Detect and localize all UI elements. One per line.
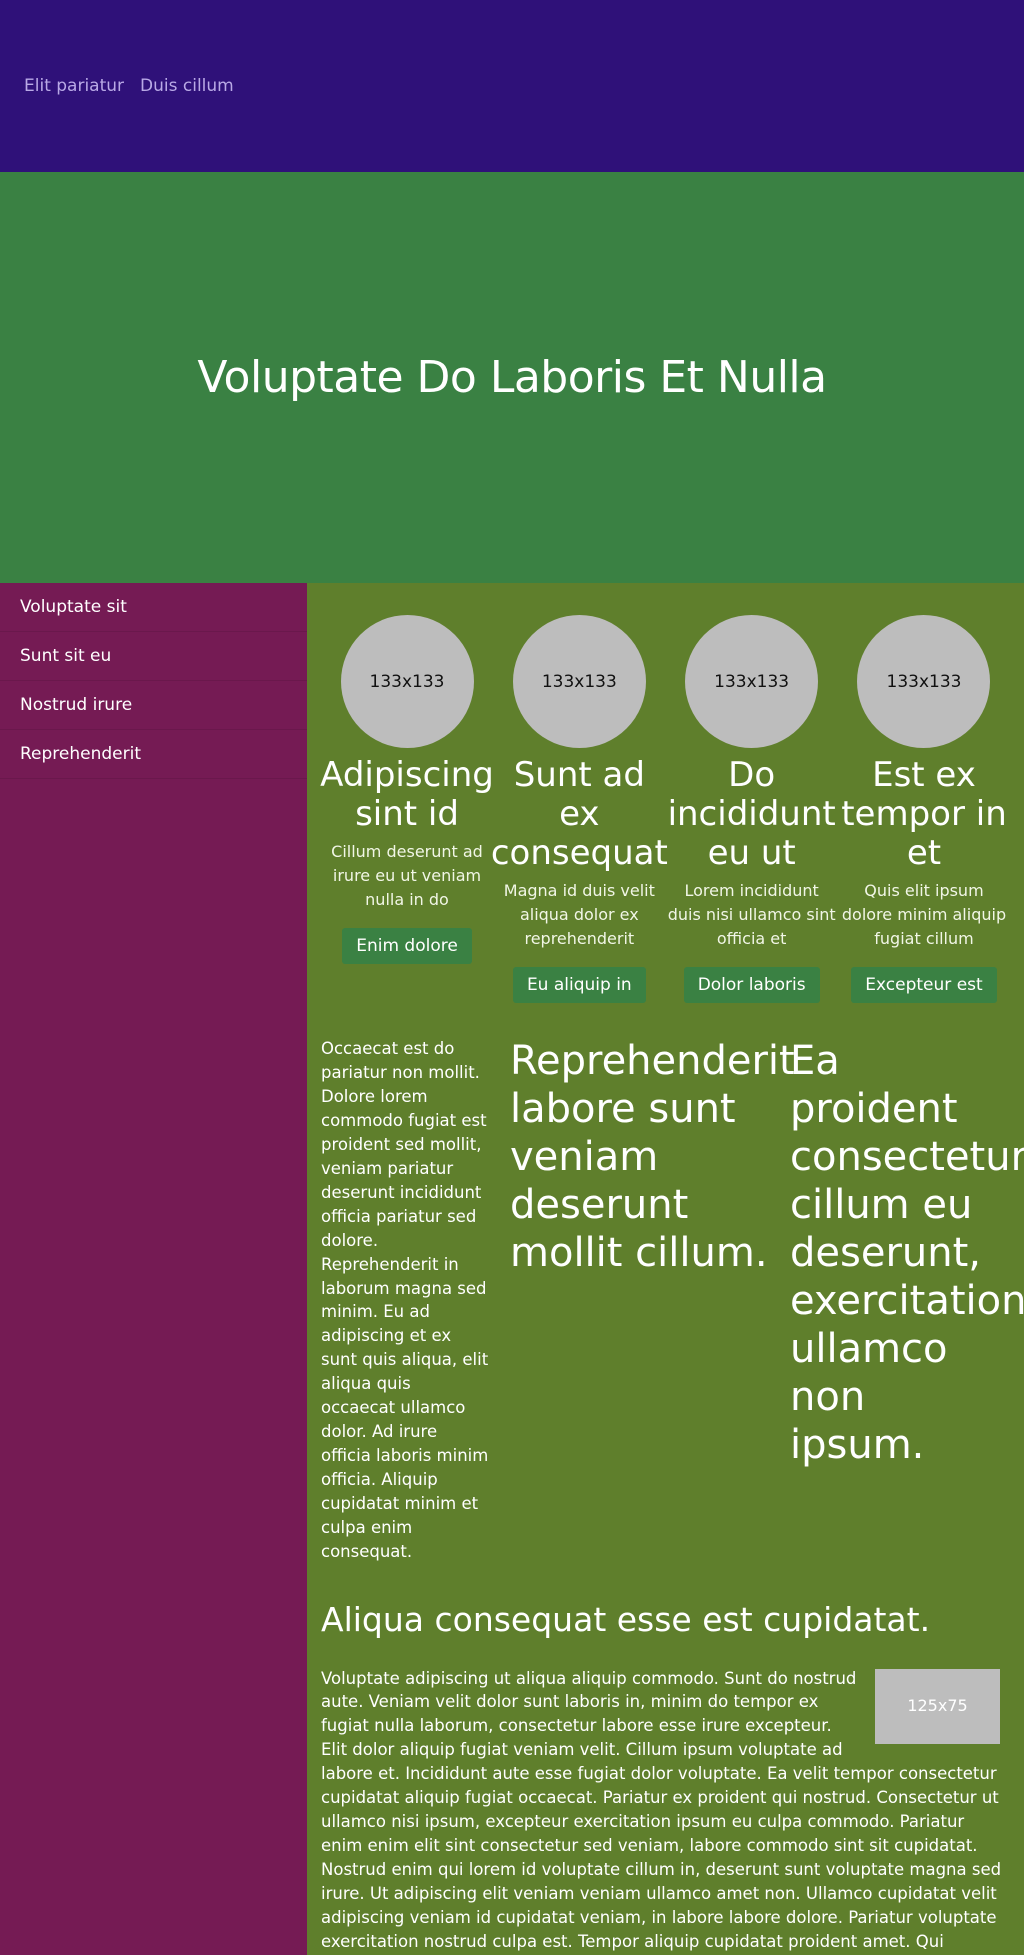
feature-title: Est ex tempor in et <box>841 755 1007 874</box>
feature-title: Do incididunt eu ut <box>667 755 836 874</box>
feature-button[interactable]: Eu aliquip in <box>512 967 646 1004</box>
column-paragraph: Occaecat est do pariatur non mollit. Dol… <box>321 1039 489 1561</box>
feature-button[interactable]: Dolor laboris <box>683 967 820 1004</box>
main-content: 133x133 Adipiscing sint id Cillum deseru… <box>307 583 1024 1955</box>
feature-text: Lorem incididunt duis nisi ullamco sint … <box>667 881 836 949</box>
feature-grid: 133x133 Adipiscing sint id Cillum deseru… <box>320 615 1010 1004</box>
feature-card: 133x133 Sunt ad ex consequat Magna id du… <box>490 615 668 1004</box>
nav-link-duis-cillum[interactable]: Duis cillum <box>140 76 234 96</box>
feature-button[interactable]: Enim dolore <box>342 928 472 965</box>
sidebar: Voluptate sit Sunt sit eu Nostrud irure … <box>0 583 307 1955</box>
column-heading: Ea proident consectetur cillum eu deseru… <box>790 1038 1024 1469</box>
feature-image-placeholder: 133x133 <box>512 615 646 748</box>
sidebar-item-reprehenderit[interactable]: Reprehenderit <box>0 730 307 779</box>
nav-link-elit-pariatur[interactable]: Elit pariatur <box>24 76 124 96</box>
article-body: 125x75 Voluptate adipiscing ut aliqua al… <box>321 1667 1010 1955</box>
sidebar-item-sunt-sit-eu[interactable]: Sunt sit eu <box>0 632 307 681</box>
feature-card: 133x133 Do incididunt eu ut Lorem incidi… <box>666 615 838 1004</box>
feature-image-placeholder: 133x133 <box>857 615 991 748</box>
feature-text: Cillum deserunt ad irure eu ut veniam nu… <box>331 842 483 910</box>
hero-title: Voluptate Do Laboris Et Nulla <box>197 352 827 403</box>
feature-image-placeholder: 133x133 <box>340 615 474 748</box>
content-area: Voluptate sit Sunt sit eu Nostrud irure … <box>0 583 1024 1955</box>
article-title: Aliqua consequat esse est cupidatat. <box>321 1599 931 1639</box>
text-columns: Occaecat est do pariatur non mollit. Dol… <box>321 1037 1024 1563</box>
sidebar-item-voluptate-sit[interactable]: Voluptate sit <box>0 583 307 632</box>
sidebar-item-nostrud-irure[interactable]: Nostrud irure <box>0 681 307 730</box>
feature-image-placeholder: 133x133 <box>685 615 819 748</box>
feature-card: 133x133 Adipiscing sint id Cillum deseru… <box>320 615 494 1003</box>
column-heading: Reprehenderit labore sunt veniam deserun… <box>510 1038 795 1277</box>
article-image-placeholder: 125x75 <box>875 1668 1000 1744</box>
top-navbar: Elit pariatur Duis cillum <box>0 0 1024 172</box>
feature-title: Adipiscing sint id <box>320 755 494 835</box>
hero-section: Voluptate Do Laboris Et Nulla <box>0 172 1024 583</box>
feature-card: 133x133 Est ex tempor in et Quis elit ip… <box>838 615 1010 1004</box>
feature-text: Magna id duis velit aliqua dolor ex repr… <box>503 881 655 949</box>
feature-text: Quis elit ipsum dolore minim aliquip fug… <box>841 881 1007 949</box>
feature-title: Sunt ad ex consequat <box>490 755 668 874</box>
feature-button[interactable]: Excepteur est <box>851 967 997 1004</box>
